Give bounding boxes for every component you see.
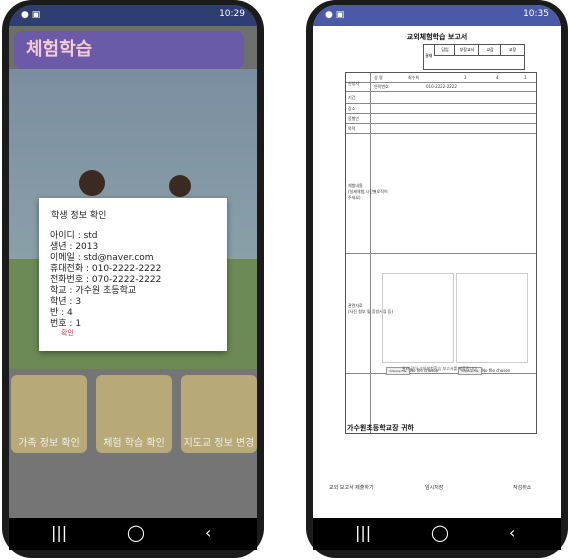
form-divider [346,103,536,104]
approval-box: 결재 담임 부장교사 교감 교장 [423,44,525,70]
approval-homeroom: 담임 [434,45,455,55]
phone-frame-left: ● ▣ 10:29 체험학습 가족 정보 확인 체험 학습 확인 지도교 정보 … [2,0,264,558]
label-contact: 연락번호 [374,84,389,89]
menu-family-info[interactable]: 가족 정보 확인 [11,375,87,453]
navigation-bar: ||| ◯ ‹ [9,518,257,550]
approval-head: 부장교사 [454,45,479,55]
form-divider [346,123,536,124]
student-info-dialog: 학생 정보 확인 아이디 : std 생년 : 2013 이메일 : std@n… [39,198,227,351]
principal-addressee: 가수원초등학교장 귀하 [347,424,414,432]
status-bar: ● ▣ 10:35 [313,5,561,26]
recent-apps-icon[interactable]: ||| [51,523,67,542]
document-title: 교외체험학습 보고서 [406,33,468,41]
label-period: 기간 [348,95,356,100]
right-screen: ● ▣ 10:35 교외체험학습 보고서 결재 담임 부장교사 교감 교장 신청… [313,5,561,518]
label-activity: 체험내용 (실제체험,시간별로적어 주세요) [348,183,388,200]
status-bar: ● ▣ 10:29 [9,5,257,26]
photo-slot-1 [382,273,454,363]
value-grade: 3 [464,75,467,80]
home-icon[interactable]: ◯ [127,523,145,542]
menu-label: 지도교 정보 변경 [183,438,255,449]
report-document: 교외체험학습 보고서 결재 담임 부장교사 교감 교장 신청자 성 명 최수희 … [313,26,561,466]
home-icon[interactable]: ◯ [431,523,449,542]
statement-text: 위와 같이 교외체험학습 보고서를 제출합니다. [401,366,479,371]
back-icon[interactable]: ‹ [205,523,211,542]
cancel-button[interactable]: 작성취소 [513,484,531,491]
menu-experience-check[interactable]: 체험 학습 확인 [96,375,172,453]
menu-teacher-change[interactable]: 지도교 정보 변경 [181,375,257,453]
value-name: 최수희 [408,75,420,80]
child-illustration-icon [79,170,105,196]
approval-label: 결재 [425,53,433,58]
recent-apps-icon[interactable]: ||| [355,523,371,542]
phone-frame-right: ● ▣ 10:35 교외체험학습 보고서 결재 담임 부장교사 교감 교장 신청… [306,0,568,558]
girl-illustration-icon [169,175,191,197]
bottom-actions: 교외 보고서 제출하기 임시저장 작성취소 [313,484,561,498]
navigation-bar: ||| ◯ ‹ [313,518,561,550]
label-purpose: 목적 [348,126,356,131]
form-divider [346,91,536,92]
temp-save-button[interactable]: 임시저장 [425,484,443,491]
form-divider [346,373,536,374]
form-divider [346,133,536,134]
back-icon[interactable]: ‹ [509,523,515,542]
menu-label: 가족 정보 확인 [18,438,80,449]
photo-slot-2 [456,273,528,363]
menu-label: 체험 학습 확인 [103,438,165,449]
report-form: 신청자 성 명 최수희 3 4 1 연락번호 010-2222-2222 기간 … [345,72,537,434]
form-divider [346,82,536,83]
status-time: 10:35 [523,9,549,19]
approval-vice: 교감 [478,45,501,55]
left-screen: ● ▣ 10:29 체험학습 가족 정보 확인 체험 학습 확인 지도교 정보 … [9,5,257,518]
notification-icons: ● ▣ [325,10,345,20]
status-time: 10:29 [219,9,245,19]
dialog-title: 학생 정보 확인 [51,211,107,221]
value-number: 1 [524,75,527,80]
label-place: 장소 [348,106,356,111]
label-companion: 동행인 [348,116,360,121]
value-class: 4 [496,75,499,80]
form-divider [346,253,536,254]
notification-icons: ● ▣ [21,10,41,20]
approval-divider [434,55,524,56]
approval-principal: 교장 [500,45,524,55]
label-applicant: 신청자 [348,81,360,86]
form-divider [346,113,536,114]
dialog-ok-button[interactable]: 확인 [61,328,74,338]
app-title: 체험학습 [14,31,244,69]
label-name: 성 명 [374,75,383,80]
value-contact: 010-2222-2222 [426,84,457,89]
submit-report-button[interactable]: 교외 보고서 제출하기 [329,484,374,491]
